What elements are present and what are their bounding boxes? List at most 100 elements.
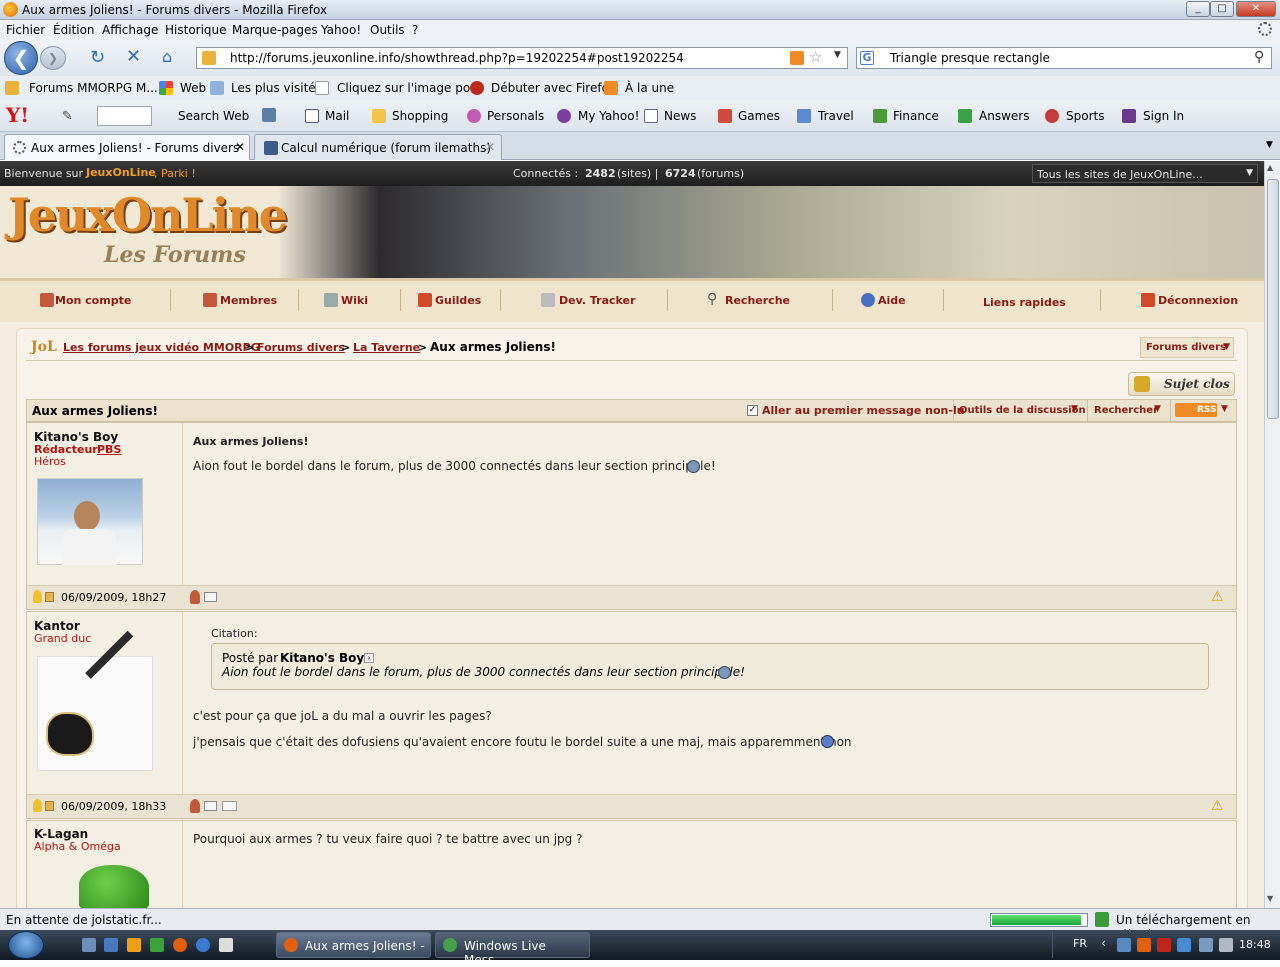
author-avatar[interactable]: [37, 478, 143, 565]
tab-close-icon[interactable]: ✕: [235, 140, 245, 154]
profile-icon[interactable]: [190, 590, 200, 604]
network-icon[interactable]: [1117, 938, 1131, 952]
bookmark-web[interactable]: Web: [180, 81, 206, 95]
bookmark-debuter-firefox[interactable]: Débuter avec Firefox: [491, 81, 616, 95]
yahoo-news[interactable]: News: [664, 109, 696, 123]
bookmark-cliquez[interactable]: Cliquez sur l'image po...: [337, 81, 481, 95]
yahoo-games[interactable]: Games: [738, 109, 780, 123]
yahoo-search-input[interactable]: [97, 106, 152, 126]
post-author[interactable]: Kitano's Boy: [34, 430, 118, 444]
all-sites-select[interactable]: Tous les sites de JeuxOnLine... ▼: [1032, 164, 1258, 183]
tab-close-icon[interactable]: ✕: [485, 140, 495, 154]
show-desktop-icon[interactable]: [82, 938, 96, 952]
view-post-icon[interactable]: ›: [364, 653, 374, 663]
tab-calcul-numerique[interactable]: Calcul numérique (forum ilemaths) ✕: [254, 134, 502, 160]
close-window-button[interactable]: ✕: [1236, 1, 1276, 17]
rss-button[interactable]: RSS: [1175, 403, 1217, 417]
thread-closed-button[interactable]: Sujet clos: [1128, 372, 1235, 396]
post-author[interactable]: K-Lagan: [34, 827, 88, 841]
nav-liens-rapides[interactable]: Liens rapides: [983, 296, 1066, 309]
forum-jump-select[interactable]: Forums divers ▼: [1140, 337, 1234, 358]
breadcrumb-home[interactable]: Les forums jeux vidéo MMORPG: [63, 341, 260, 354]
url-dropdown-icon[interactable]: ▼: [834, 50, 841, 60]
bookmark-a-la-une[interactable]: À la une: [625, 81, 674, 95]
tab-aux-armes[interactable]: Aux armes Joliens! - Forums divers ✕: [4, 134, 250, 160]
nav-mon-compte[interactable]: Mon compte: [55, 294, 131, 307]
rss-feed-icon[interactable]: [790, 51, 804, 65]
scroll-down-icon[interactable]: ▼: [1267, 894, 1273, 903]
yahoo-answers[interactable]: Answers: [979, 109, 1029, 123]
nav-dev-tracker[interactable]: Dev. Tracker: [559, 294, 635, 307]
bookmark-most-visited[interactable]: Les plus visités: [231, 81, 322, 95]
report-icon[interactable]: ⚠: [1211, 589, 1224, 605]
yahoo-logo[interactable]: Y!: [6, 103, 29, 127]
nav-wiki[interactable]: Wiki: [341, 294, 368, 307]
language-indicator[interactable]: FR: [1073, 937, 1087, 950]
media-player-icon[interactable]: [127, 938, 141, 952]
minimize-button[interactable]: _: [1186, 1, 1210, 17]
menu-outils[interactable]: Outils: [370, 23, 405, 37]
menu-edition[interactable]: Édition: [53, 23, 95, 37]
pm-icon[interactable]: [204, 592, 217, 602]
menu-marque-pages[interactable]: Marque-pages: [232, 23, 318, 37]
stop-icon[interactable]: ✕: [126, 46, 141, 67]
back-button[interactable]: ❮: [4, 41, 38, 75]
reload-icon[interactable]: ↻: [90, 47, 105, 68]
bluetooth-icon[interactable]: [1177, 938, 1191, 952]
author-avatar[interactable]: [79, 865, 149, 908]
thread-tools-menu[interactable]: Outils de la discussion: [959, 405, 1086, 416]
first-unread-link[interactable]: Aller au premier message non-lu: [762, 404, 965, 417]
yahoo-sign-in[interactable]: Sign In: [1143, 109, 1184, 123]
start-button[interactable]: [8, 931, 44, 959]
nav-aide[interactable]: Aide: [878, 294, 906, 307]
report-icon[interactable]: ⚠: [1211, 798, 1224, 814]
email-icon[interactable]: [222, 801, 237, 811]
scroll-up-icon[interactable]: ▲: [1267, 163, 1273, 172]
quicklaunch-icon-2[interactable]: [219, 938, 233, 952]
pm-icon[interactable]: [204, 801, 217, 811]
tray-expand-icon[interactable]: ‹: [1101, 936, 1106, 950]
menu-historique[interactable]: Historique: [165, 23, 227, 37]
menu-affichage[interactable]: Affichage: [102, 23, 158, 37]
volume-icon[interactable]: [1219, 938, 1233, 952]
display-icon[interactable]: [1199, 938, 1213, 952]
pencil-icon[interactable]: ✎: [62, 109, 73, 124]
search-magnifier-icon[interactable]: ⚲: [1254, 49, 1264, 65]
yahoo-my-yahoo[interactable]: My Yahoo!: [578, 109, 639, 123]
yahoo-mail[interactable]: Mail: [325, 109, 349, 123]
post-author[interactable]: Kantor: [34, 619, 80, 633]
nav-guildes[interactable]: Guildes: [435, 294, 481, 307]
page-scrollbar[interactable]: ▲ ▼: [1264, 161, 1280, 908]
yahoo-sports[interactable]: Sports: [1066, 109, 1104, 123]
nav-recherche[interactable]: Recherche: [725, 294, 790, 307]
download-icon[interactable]: [1095, 912, 1109, 927]
url-text[interactable]: http://forums.jeuxonline.info/showthread…: [230, 51, 684, 65]
tray-app-icon-2[interactable]: [1157, 938, 1171, 952]
author-rank-link[interactable]: PBS: [97, 443, 121, 456]
menu-fichier[interactable]: Fichier: [6, 23, 45, 37]
task-messenger[interactable]: Windows Live Mess...: [435, 932, 590, 967]
yahoo-search-web[interactable]: Search Web: [178, 109, 249, 123]
bookmark-star-icon[interactable]: ☆: [809, 48, 822, 66]
menu-yahoo[interactable]: Yahoo!: [321, 23, 361, 37]
yahoo-shopping[interactable]: Shopping: [392, 109, 448, 123]
breadcrumb-forums-divers[interactable]: Forums divers: [257, 341, 345, 354]
google-engine-icon[interactable]: G: [860, 51, 874, 65]
yahoo-travel[interactable]: Travel: [818, 109, 854, 123]
ie-launch-icon[interactable]: [196, 938, 210, 952]
tray-app-icon[interactable]: [1137, 938, 1151, 952]
nav-deconnexion[interactable]: Déconnexion: [1158, 294, 1238, 307]
nav-membres[interactable]: Membres: [220, 294, 277, 307]
task-firefox[interactable]: Aux armes Joliens! - ...: [276, 932, 431, 967]
forward-button[interactable]: ❯: [40, 46, 66, 70]
quicklaunch-icon[interactable]: [150, 938, 164, 952]
search-text[interactable]: Triangle presque rectangle: [890, 51, 1050, 65]
jol-logo[interactable]: JeuxOnLine: [8, 188, 288, 242]
author-avatar[interactable]: [37, 630, 153, 771]
breadcrumb-la-taverne[interactable]: La Taverne: [353, 341, 420, 354]
scroll-thumb[interactable]: [1267, 179, 1279, 419]
yahoo-personals[interactable]: Personals: [487, 109, 544, 123]
yahoo-finance[interactable]: Finance: [893, 109, 939, 123]
home-icon[interactable]: ⌂: [162, 47, 172, 66]
firefox-launch-icon[interactable]: [173, 938, 187, 952]
